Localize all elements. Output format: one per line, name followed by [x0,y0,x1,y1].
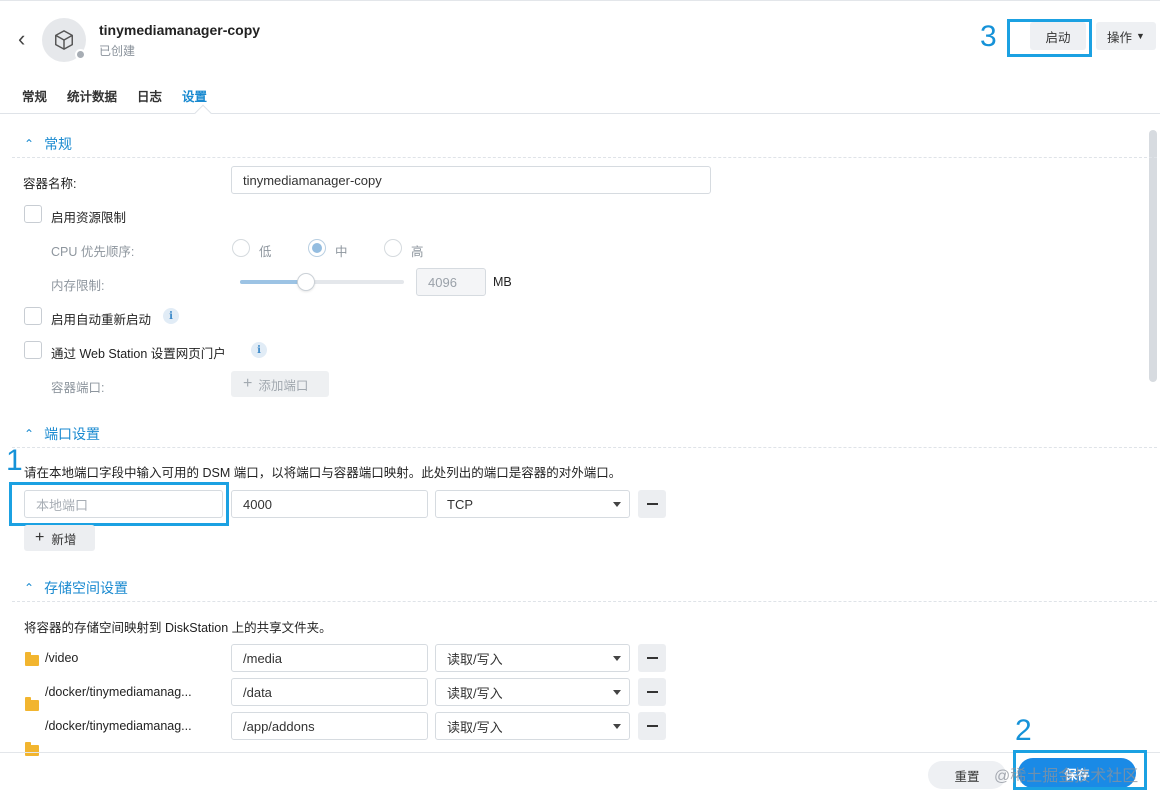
section-general-header[interactable]: ⌃ 常规 [24,134,72,154]
storage-mode-value: 读取/写入 [447,651,503,667]
tab-settings[interactable]: 设置 [182,86,207,105]
tab-log[interactable]: 日志 [137,86,162,105]
memory-value-input[interactable]: 4096 [416,268,486,296]
container-status: 已创建 [99,44,136,58]
cpu-high-label: 高 [411,245,424,259]
dropdown-arrow-icon [613,502,621,507]
cpu-priority-label: CPU 优先顺序: [51,245,135,259]
remove-storage-button[interactable] [638,678,666,706]
top-border [0,0,1160,4]
chevron-up-icon: ⌃ [24,427,35,441]
info-icon[interactable]: i [251,342,267,358]
back-chevron-icon[interactable]: ‹ [18,28,25,50]
protocol-select[interactable]: TCP [435,490,630,518]
action-menu-button[interactable]: 操作 ▼ [1096,22,1156,50]
add-port-mapping-button[interactable]: + 新增 [24,525,95,551]
local-port-input[interactable]: 本地端口 [24,490,223,518]
storage-mode-select[interactable]: 读取/写入 [435,644,630,672]
folder-icon [25,652,39,666]
webstation-checkbox[interactable] [24,341,42,359]
dropdown-arrow-icon [613,724,621,729]
caret-down-icon: ▼ [1136,31,1145,41]
scrollbar-thumb[interactable] [1149,130,1157,382]
storage-mode-select[interactable]: 读取/写入 [435,712,630,740]
folder-icon [25,742,39,756]
plus-icon: + [243,375,253,392]
container-port-label: 容器端口: [51,381,105,395]
remove-port-button[interactable] [638,490,666,518]
remove-storage-button[interactable] [638,712,666,740]
status-dot [75,49,86,60]
resource-limit-checkbox[interactable] [24,205,42,223]
container-port-input[interactable]: 4000 [231,490,428,518]
memory-slider-knob[interactable] [296,273,315,291]
cpu-low-radio[interactable] [232,239,250,257]
container-name-label: 容器名称: [23,177,77,191]
folder-icon [25,697,39,711]
annotation-number-2: 2 [1015,714,1032,747]
annotation-number-1: 1 [6,444,23,477]
section-ports-header[interactable]: ⌃ 端口设置 [24,424,100,444]
annotation-number-3: 3 [980,20,997,53]
storage-mount-input[interactable]: /media [231,644,428,672]
section-general-title: 常规 [44,136,73,152]
divider [12,157,1157,158]
storage-mode-value: 读取/写入 [447,719,503,735]
storage-mode-select[interactable]: 读取/写入 [435,678,630,706]
memory-slider-track[interactable] [240,273,404,291]
auto-restart-checkbox[interactable] [24,307,42,325]
start-button[interactable]: 启动 [1030,22,1086,50]
container-title: tinymediamanager-copy [99,22,261,38]
divider [12,447,1157,448]
container-avatar [42,18,86,62]
active-tab-pointer [194,104,212,122]
memory-unit: MB [493,275,512,289]
storage-mode-value: 读取/写入 [447,685,503,701]
chevron-up-icon: ⌃ [24,581,35,595]
storage-mount-input[interactable]: /data [231,678,428,706]
storage-folder-path[interactable]: /docker/tinymediamanag... [45,719,192,733]
webstation-label: 通过 Web Station 设置网页门户 [51,347,226,361]
tab-general[interactable]: 常规 [22,86,47,105]
watermark: @稀土掘金技术社区 [994,768,1139,785]
resource-limit-label: 启用资源限制 [51,211,127,225]
plus-icon: + [35,529,45,546]
ports-description: 请在本地端口字段中输入可用的 DSM 端口，以将端口与容器端口映射。此处列出的端… [24,466,622,480]
storage-folder-path[interactable]: /docker/tinymediamanag... [45,685,192,699]
cpu-medium-label: 中 [335,245,348,259]
storage-folder-path[interactable]: /video [45,651,78,665]
dropdown-arrow-icon [613,656,621,661]
section-ports-title: 端口设置 [44,426,101,442]
chevron-up-icon: ⌃ [24,137,35,151]
memory-limit-label: 内存限制: [51,279,105,293]
tab-divider [0,113,1160,114]
divider [12,601,1157,602]
info-icon[interactable]: i [163,308,179,324]
add-port-label: 添加端口 [258,378,309,393]
section-storage-title: 存储空间设置 [44,580,129,596]
action-label: 操作 [1107,30,1133,45]
box-icon [55,30,73,50]
remove-storage-button[interactable] [638,644,666,672]
dropdown-arrow-icon [613,690,621,695]
tab-statistics[interactable]: 统计数据 [67,86,117,105]
add-port-button[interactable]: + 添加端口 [231,371,329,397]
footer-divider [0,752,1160,753]
section-storage-header[interactable]: ⌃ 存储空间设置 [24,578,128,598]
add-label: 新增 [51,532,77,547]
memory-slider-fill [240,280,306,284]
storage-mount-input[interactable]: /app/addons [231,712,428,740]
cpu-medium-radio[interactable] [308,239,326,257]
protocol-value: TCP [447,496,473,512]
auto-restart-label: 启用自动重新启动 [51,313,152,327]
container-name-input[interactable]: tinymediamanager-copy [231,166,711,194]
tab-bar: 常规 统计数据 日志 设置 [22,86,227,105]
storage-description: 将容器的存储空间映射到 DiskStation 上的共享文件夹。 [24,621,332,635]
cpu-low-label: 低 [259,245,272,259]
cpu-high-radio[interactable] [384,239,402,257]
